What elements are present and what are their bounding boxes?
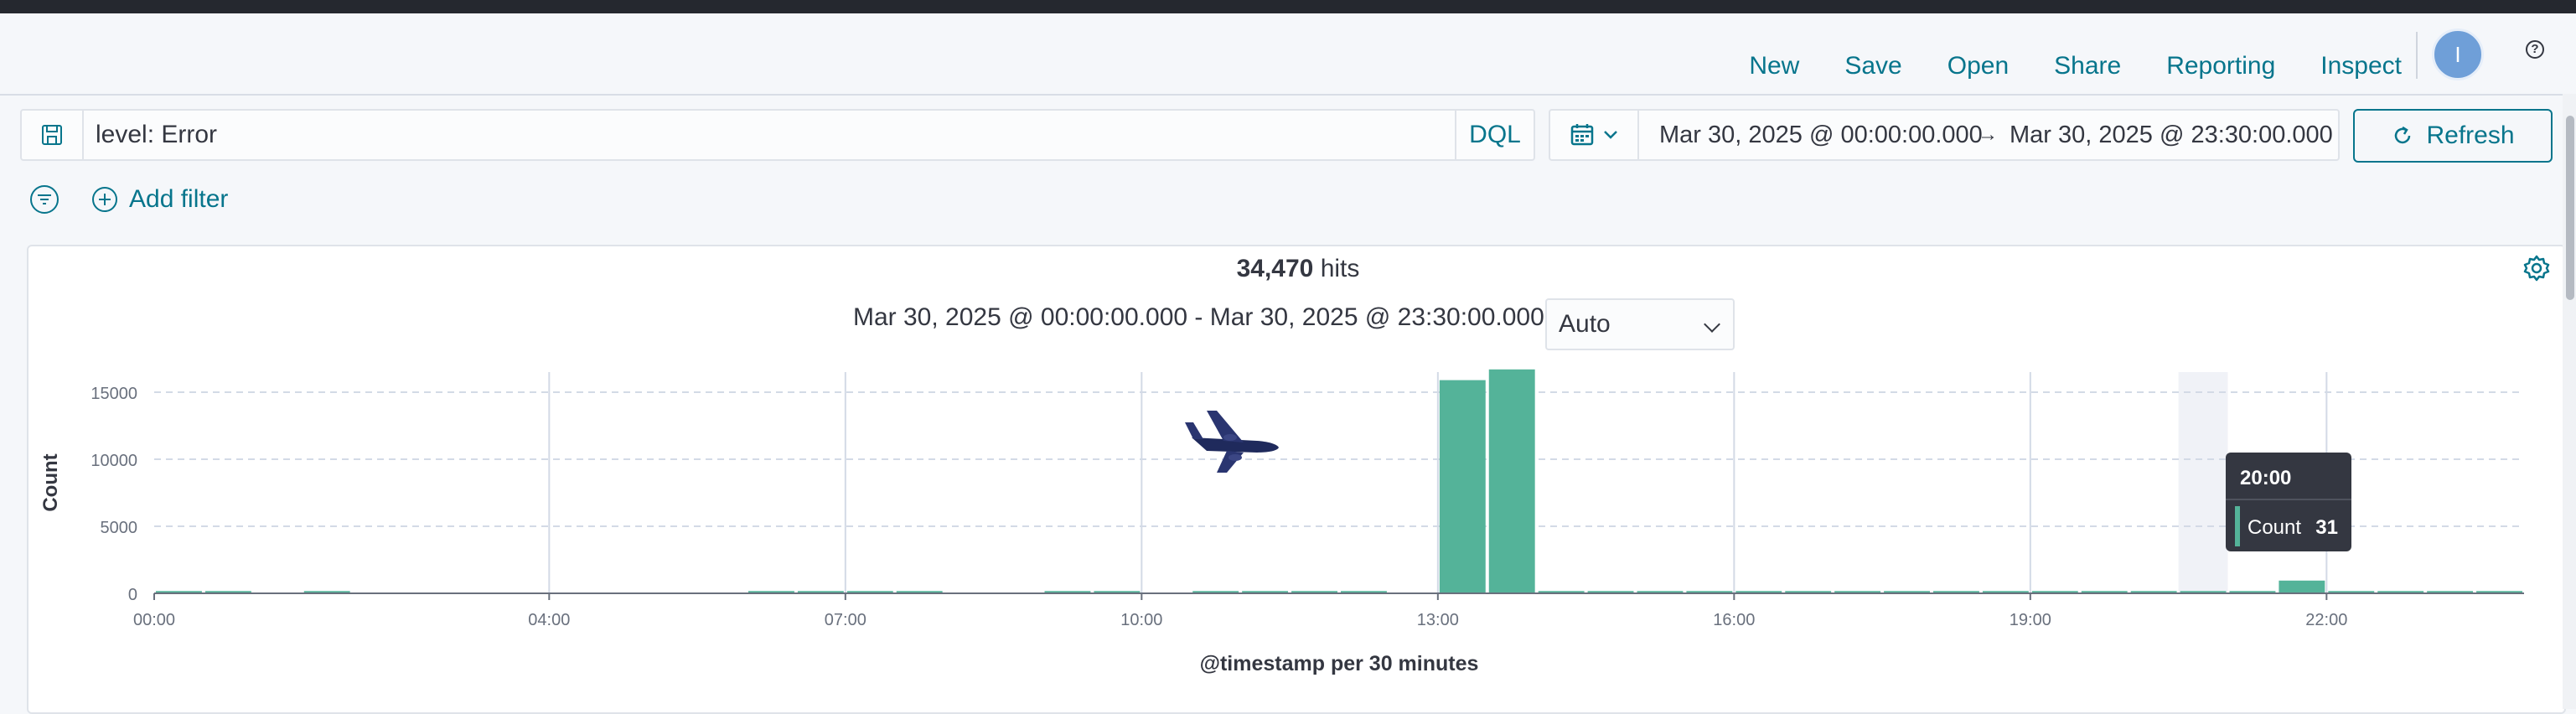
user-avatar[interactable]: I <box>2432 28 2484 80</box>
help-icon[interactable]: ? <box>2526 40 2544 59</box>
menu-new[interactable]: New <box>1749 52 1799 80</box>
refresh-label: Refresh <box>2426 122 2515 149</box>
saved-query-icon[interactable] <box>22 111 84 159</box>
hits-label: hits <box>1320 255 1360 282</box>
chevron-down-icon <box>1604 131 1617 139</box>
plus-circle-icon <box>92 187 117 212</box>
interval-value: Auto <box>1559 310 1611 338</box>
menu-share[interactable]: Share <box>2054 52 2121 80</box>
gear-icon[interactable] <box>2522 254 2551 282</box>
refresh-button[interactable]: Refresh <box>2353 109 2553 163</box>
header-divider <box>2416 32 2418 79</box>
add-filter-button[interactable]: Add filter <box>92 185 228 214</box>
query-bar: level: Error DQL <box>20 109 1535 161</box>
top-menu: New Save Open Share Reporting Inspect <box>1704 27 2402 106</box>
menu-save[interactable]: Save <box>1844 52 1901 80</box>
hits-number: 34,470 <box>1236 255 1314 282</box>
interval-select[interactable]: Auto <box>1545 298 1735 350</box>
date-picker: Mar 30, 2025 @ 00:00:00.000 → Mar 30, 20… <box>1549 109 2340 161</box>
query-input[interactable]: level: Error <box>96 111 217 159</box>
date-end[interactable]: Mar 30, 2025 @ 23:30:00.000 <box>2010 111 2333 159</box>
filter-menu-icon[interactable] <box>30 185 59 214</box>
calendar-icon <box>1570 124 1594 146</box>
menu-inspect[interactable]: Inspect <box>2320 52 2402 80</box>
query-language-button[interactable]: DQL <box>1455 111 1534 159</box>
app-header: New Save Open Share Reporting Inspect <box>0 13 2576 96</box>
quick-menu-button[interactable] <box>1550 111 1639 159</box>
add-filter-label: Add filter <box>129 185 229 213</box>
date-start[interactable]: Mar 30, 2025 @ 00:00:00.000 <box>1659 111 1983 159</box>
menu-open[interactable]: Open <box>1948 52 2009 80</box>
top-dark-bar <box>0 0 2576 13</box>
arrow-right-icon: → <box>1978 123 1998 146</box>
filter-row: Add filter <box>30 183 228 216</box>
page-scrollbar-thumb[interactable] <box>2566 116 2574 300</box>
menu-reporting[interactable]: Reporting <box>2166 52 2275 80</box>
refresh-icon <box>2395 126 2411 144</box>
hits-count: 34,470 hits <box>28 255 2568 283</box>
chevron-down-icon <box>1704 316 1720 333</box>
interval-description: Mar 30, 2025 @ 00:00:00.000 - Mar 30, 20… <box>853 303 1588 331</box>
